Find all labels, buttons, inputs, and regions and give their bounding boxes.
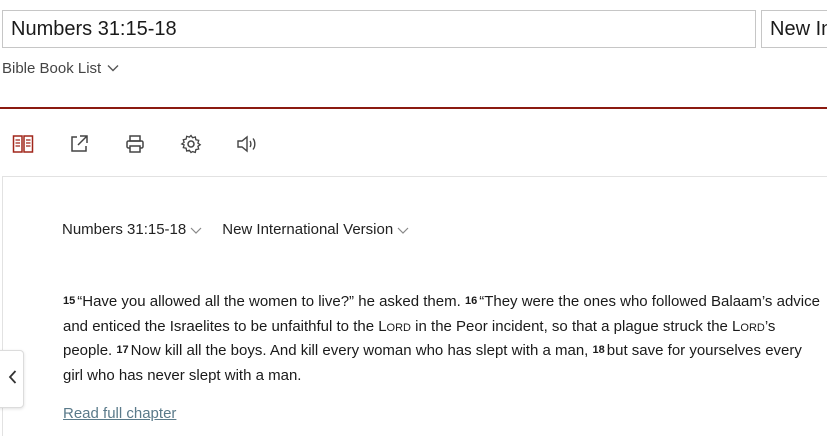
- version-label: New International Version: [222, 220, 394, 238]
- passage-search-input[interactable]: [2, 10, 756, 48]
- share-button[interactable]: [64, 130, 94, 162]
- verse-text: in the Peor incident, so that a plague s…: [411, 317, 733, 335]
- reference-label: Numbers 31:15-18: [62, 220, 187, 238]
- audio-button[interactable]: [232, 130, 262, 162]
- chevron-left-icon: [8, 369, 17, 389]
- share-icon: [68, 133, 90, 160]
- lord-small-caps: Lord: [378, 317, 412, 335]
- print-icon: [124, 133, 146, 160]
- gear-icon: [180, 133, 202, 160]
- verse-number: 16: [464, 295, 478, 307]
- reference-dropdown[interactable]: Numbers 31:15-18: [62, 221, 202, 238]
- speaker-icon: [235, 133, 259, 160]
- verse-number: 15: [63, 295, 76, 307]
- chevron-down-icon: [107, 64, 119, 72]
- version-dropdown[interactable]: New International Version: [222, 221, 409, 238]
- verse-number: 17: [116, 344, 129, 356]
- version-select[interactable]: New International Version: [761, 10, 827, 48]
- bible-book-list-label: Bible Book List: [2, 59, 102, 77]
- read-full-chapter-link[interactable]: Read full chapter: [63, 405, 176, 422]
- bible-book-list-toggle[interactable]: Bible Book List: [2, 58, 119, 78]
- settings-button[interactable]: [176, 130, 206, 162]
- header-divider: [0, 107, 827, 109]
- parallel-view-button[interactable]: [8, 130, 38, 162]
- verse-text: “Have you allowed all the women to live?…: [77, 293, 461, 310]
- chevron-down-icon: [397, 227, 409, 234]
- passage-header: Numbers 31:15-18 New International Versi…: [62, 219, 409, 239]
- lord-small-caps: Lord: [732, 317, 765, 335]
- verse-text: Now kill all the boys. And kill every wo…: [130, 342, 589, 359]
- chevron-down-icon: [190, 227, 202, 234]
- passage-text: 15 “Have you allowed all the women to liv…: [63, 290, 823, 388]
- parallel-icon: [11, 132, 35, 161]
- verse-number: 18: [592, 344, 605, 356]
- print-button[interactable]: [120, 130, 150, 162]
- previous-passage-button[interactable]: [0, 350, 24, 408]
